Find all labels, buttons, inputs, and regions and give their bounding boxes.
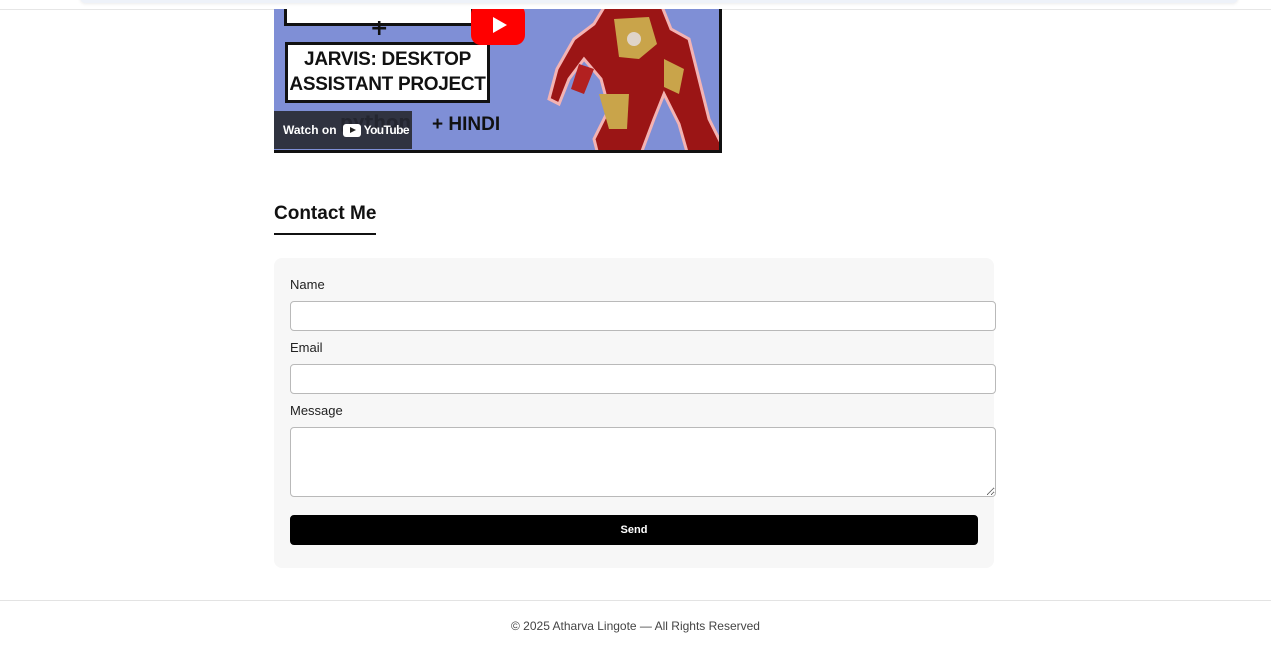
- watch-on-label: Watch on: [283, 123, 337, 137]
- iron-man-illustration: [547, 9, 719, 150]
- email-input[interactable]: [290, 364, 996, 394]
- thumbnail-title: JARVIS: DESKTOP ASSISTANT PROJECT: [285, 42, 490, 103]
- watch-on-youtube-link[interactable]: Watch on YouTube: [274, 111, 412, 149]
- top-nav-bar: [80, 0, 1238, 3]
- thumbnail-hindi-text: + HINDI: [432, 114, 501, 135]
- message-label: Message: [290, 403, 343, 418]
- thumbnail-plus: +: [370, 16, 389, 41]
- youtube-logo: YouTube: [342, 123, 410, 137]
- email-label: Email: [290, 340, 323, 355]
- page: + JARVIS: DESKTOP ASSISTANT PROJECT pyth…: [0, 0, 1271, 647]
- contact-form: Name Email Message Send: [274, 258, 996, 568]
- thumbnail-title-line-1: JARVIS: DESKTOP: [304, 49, 471, 70]
- youtube-logo-text: YouTube: [363, 123, 410, 137]
- youtube-video-embed[interactable]: + JARVIS: DESKTOP ASSISTANT PROJECT pyth…: [274, 9, 722, 153]
- footer-divider: [0, 600, 1271, 601]
- footer-copyright: © 2025 Atharva Lingote — All Rights Rese…: [511, 619, 760, 633]
- message-textarea[interactable]: [290, 427, 996, 497]
- thumbnail-title-line-2: ASSISTANT PROJECT: [289, 74, 486, 95]
- name-label: Name: [290, 277, 325, 292]
- send-button[interactable]: Send: [290, 515, 978, 545]
- contact-heading: Contact Me: [274, 202, 377, 235]
- name-input[interactable]: [290, 301, 996, 331]
- play-icon[interactable]: [471, 9, 525, 45]
- youtube-logo-icon: [342, 123, 361, 137]
